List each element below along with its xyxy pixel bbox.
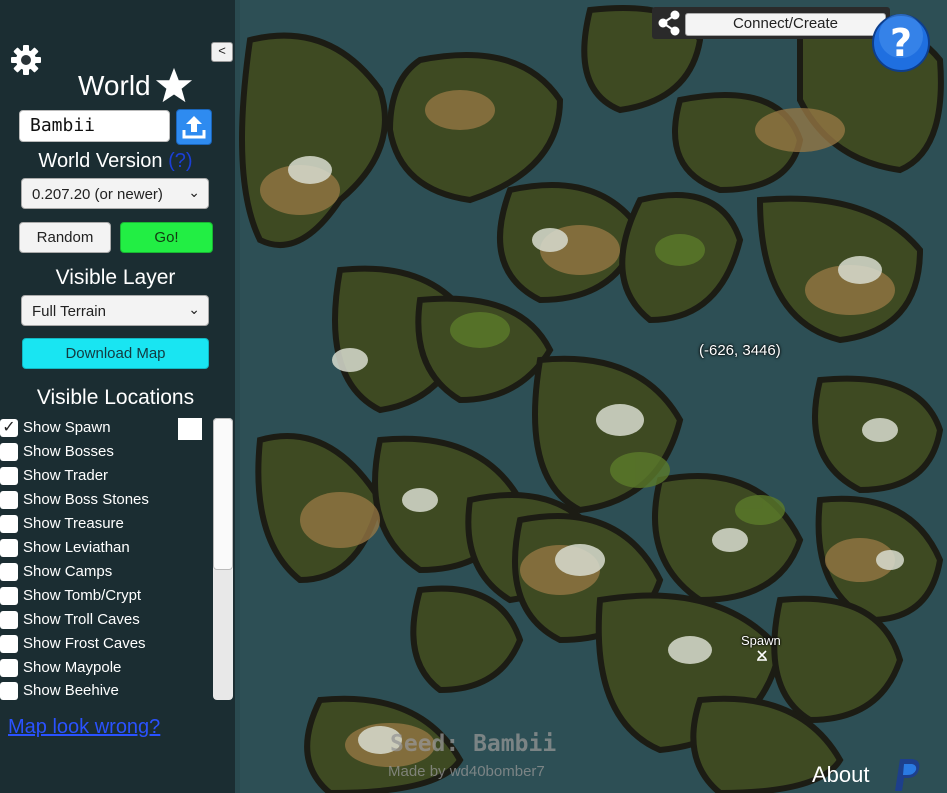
collapse-sidebar-button[interactable]: < <box>211 42 233 62</box>
checkbox[interactable] <box>0 491 18 509</box>
star-icon[interactable] <box>155 66 193 104</box>
svg-text:?: ? <box>890 21 912 65</box>
location-row-troll-caves[interactable]: Show Troll Caves <box>0 610 212 632</box>
location-row-bosses[interactable]: Show Bosses <box>0 442 212 464</box>
world-version-label: World Version <box>38 150 163 172</box>
checkbox[interactable] <box>0 611 18 629</box>
location-row-tomb-crypt[interactable]: Show Tomb/Crypt <box>0 586 212 608</box>
gear-icon[interactable] <box>10 44 42 76</box>
sidebar-panel: < World Bambii World Version (?) 0.207.2… <box>0 0 235 793</box>
checkbox[interactable] <box>0 587 18 605</box>
checkbox[interactable] <box>0 539 18 557</box>
checkbox[interactable] <box>0 515 18 533</box>
go-button[interactable]: Go! <box>120 222 213 253</box>
checkbox[interactable] <box>0 467 18 485</box>
chevron-down-icon: ⌄ <box>188 184 200 200</box>
location-row-frost-caves[interactable]: Show Frost Caves <box>0 634 212 656</box>
location-label: Show Frost Caves <box>23 635 146 652</box>
location-row-beehive[interactable]: Show Beehive <box>0 681 212 702</box>
upload-icon <box>182 116 206 139</box>
visible-locations-heading: Visible Locations <box>36 386 195 409</box>
checkbox[interactable] <box>0 635 18 653</box>
world-version-heading: World Version (?) <box>8 150 223 173</box>
chevron-down-icon: ⌄ <box>188 301 200 317</box>
location-label: Show Beehive <box>23 682 119 699</box>
made-by-credit: Made by wd40bomber7 <box>388 763 545 780</box>
location-label: Show Tomb/Crypt <box>23 587 142 604</box>
checkbox[interactable] <box>0 563 18 581</box>
location-row-treasure[interactable]: Show Treasure <box>0 514 212 536</box>
visible-layer-heading: Visible Layer <box>55 266 176 289</box>
world-version-value: 0.207.20 (or newer) <box>32 186 163 203</box>
location-row-leviathan[interactable]: Show Leviathan <box>0 538 212 560</box>
download-map-button[interactable]: Download Map <box>22 338 209 369</box>
location-label: Show Leviathan <box>23 539 130 556</box>
checkbox-checked[interactable]: ✓ <box>0 419 18 437</box>
about-link[interactable]: About <box>812 762 870 788</box>
world-version-help-link[interactable]: (?) <box>168 150 192 172</box>
checkbox[interactable] <box>0 682 18 700</box>
checkbox[interactable] <box>0 659 18 677</box>
location-row-camps[interactable]: Show Camps <box>0 562 212 584</box>
world-version-select[interactable]: 0.207.20 (or newer) ⌄ <box>21 178 209 209</box>
connect-create-button[interactable]: Connect/Create <box>685 13 886 36</box>
location-label: Show Bosses <box>23 443 114 460</box>
upload-button[interactable] <box>176 109 212 145</box>
location-row-boss-stones[interactable]: Show Boss Stones <box>0 490 212 512</box>
world-title: World <box>78 70 151 101</box>
location-label: Show Trader <box>23 467 109 484</box>
location-row-trader[interactable]: Show Trader <box>0 466 212 488</box>
spawn-label: Spawn <box>741 633 781 648</box>
location-row-maypole[interactable]: Show Maypole <box>0 658 212 680</box>
location-label: Show Boss Stones <box>23 491 149 508</box>
location-label: Show Maypole <box>23 659 122 676</box>
location-label: Show Troll Caves <box>23 611 140 628</box>
location-label: Show Spawn <box>23 419 111 436</box>
cursor-coordinates: (-626, 3446) <box>699 342 781 359</box>
visible-layer-value: Full Terrain <box>32 303 106 320</box>
visible-layer-select[interactable]: Full Terrain ⌄ <box>21 295 209 326</box>
locations-list: ✓ Show Spawn Show Bosses Show Trader Sho… <box>0 416 212 702</box>
seed-input[interactable]: Bambii <box>19 110 170 142</box>
help-icon[interactable]: ? <box>870 12 932 74</box>
location-label: Show Camps <box>23 563 113 580</box>
map-look-wrong-link[interactable]: Map look wrong? <box>8 716 160 739</box>
random-button[interactable]: Random <box>19 222 111 253</box>
spawn-color-swatch[interactable] <box>178 418 202 440</box>
seed-watermark: Seed: Bambii <box>390 731 557 757</box>
spawn-marker-icon[interactable] <box>756 649 768 661</box>
share-icon[interactable] <box>656 10 682 36</box>
locations-scrollbar-thumb[interactable] <box>213 418 233 570</box>
paypal-icon[interactable] <box>892 757 922 793</box>
checkbox[interactable] <box>0 443 18 461</box>
location-label: Show Treasure <box>23 515 124 532</box>
